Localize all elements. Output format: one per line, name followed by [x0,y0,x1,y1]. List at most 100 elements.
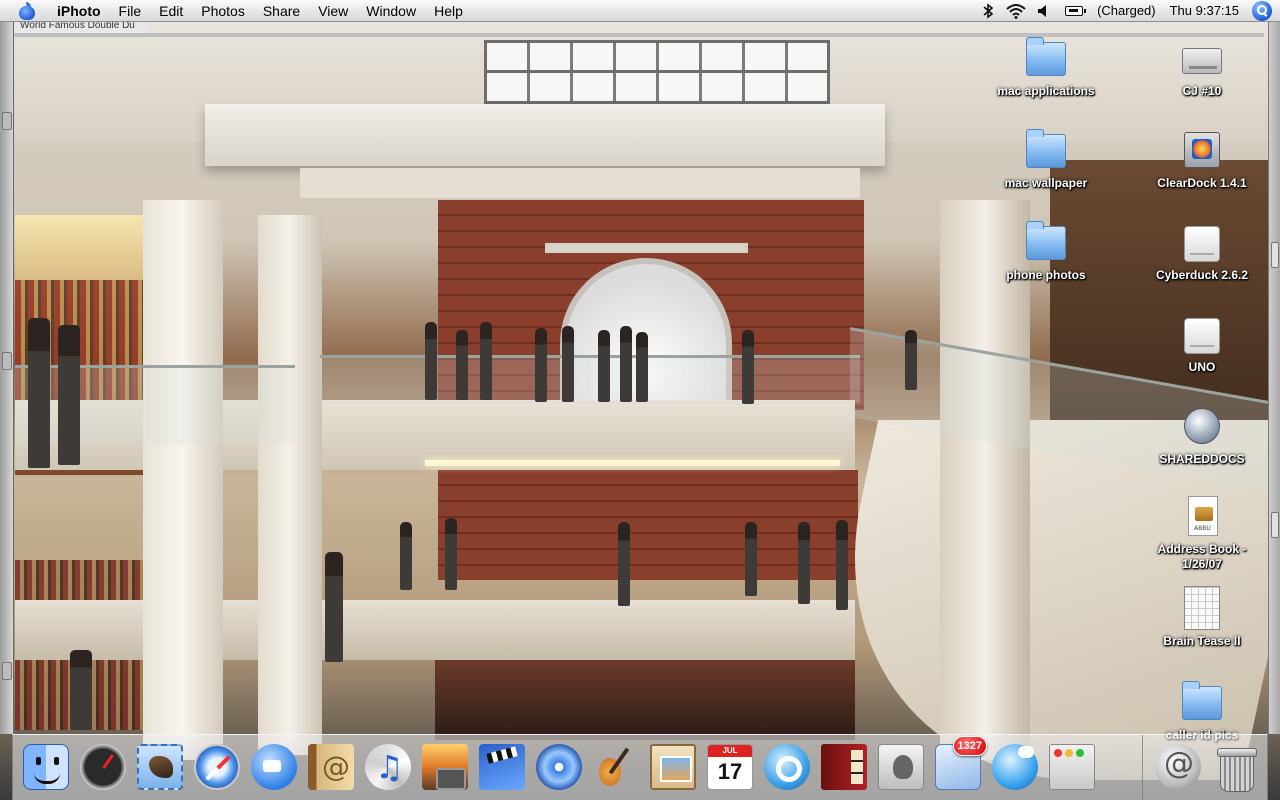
iphoto-icon [422,743,468,790]
hard-drive-icon [1178,36,1226,80]
background-window-edge-left[interactable] [0,22,14,734]
dock-item-photo-booth[interactable] [819,742,869,794]
dock-item-window-manager[interactable] [1047,742,1097,800]
wallpaper-light-strip [425,460,840,466]
battery-status[interactable]: (Charged) [1090,0,1163,22]
menu-bar: iPhoto File Edit Photos Share View Windo… [0,0,1280,22]
wallpaper-person [480,322,492,400]
desktop-icon-label: Brain Tease II [1163,634,1241,648]
desktop-icon-shareddocs[interactable]: SHAREDDOCS [1142,404,1262,467]
external-drive-icon [1178,312,1226,356]
wallpaper-person [742,330,754,404]
desktop-icon-label: SHAREDDOCS [1159,452,1245,466]
menu-view[interactable]: View [309,0,357,22]
spotlight-icon[interactable] [1252,0,1272,21]
window-edge-tab[interactable] [2,352,12,370]
desktop-icon-cyberduck[interactable]: Cyberduck 2.6.2 [1142,220,1262,283]
menu-extras: (Charged) Thu 9:37:15 [974,0,1280,22]
desktop-icon-brain-tease[interactable]: Brain Tease II [1142,586,1262,649]
window-edge-tab[interactable] [1271,242,1279,268]
desktop-icon-phone-photos[interactable]: phone photos [986,220,1106,283]
iweb-icon [650,743,696,790]
itunes-icon [365,743,411,790]
menu-edit[interactable]: Edit [150,0,192,22]
dock-item-address-book[interactable] [306,742,356,794]
dock: JUL 17 1327 [12,734,1268,800]
wallpaper-person [70,650,92,730]
dock-right-section [1142,734,1267,800]
window-edge-tab[interactable] [2,112,12,130]
trash-icon [1212,744,1258,792]
wallpaper-pillar [258,215,322,755]
dock-item-imovie[interactable] [477,742,527,794]
desktop-icon-mac-applications[interactable]: mac applications [986,36,1106,99]
menu-share[interactable]: Share [254,0,309,22]
document-tag-text: ABBU [1194,525,1211,532]
finder-icon [23,743,69,790]
dock-item-iweb[interactable] [648,742,698,794]
desktop-icon-address-book-backup[interactable]: ABBU Address Book - 1/26/07 [1142,494,1262,572]
dock-item-mail[interactable] [135,742,185,794]
dock-item-itunes[interactable] [363,742,413,794]
background-window-titlebar[interactable]: World Famous Double Du [14,22,149,33]
menu-clock[interactable]: Thu 9:37:15 [1163,0,1246,22]
desktop-icon-label: phone photos [1006,268,1086,282]
dock-item-network-browser[interactable] [990,742,1040,800]
address-book-icon [308,743,354,790]
folder-icon [1022,128,1070,172]
menu-photos[interactable]: Photos [192,0,254,22]
dock-item-trash[interactable] [1210,742,1260,794]
dock-item-system-preferences[interactable] [876,742,926,794]
dock-item-address-widget[interactable] [1153,742,1203,794]
wallpaper-lower-floor [435,660,855,740]
quicktime-icon [764,743,810,790]
desktop-icon-mac-wallpaper[interactable]: mac wallpaper [986,128,1106,191]
menu-help[interactable]: Help [425,0,472,22]
desktop-icon-uno[interactable]: UNO [1142,312,1262,375]
wallpaper-person [445,518,457,590]
wallpaper-person [400,522,412,590]
dock-item-finder[interactable] [21,742,71,800]
folder-icon [1022,220,1070,264]
system-preferences-icon [878,743,924,790]
ical-icon: JUL 17 [707,743,753,790]
window-edge-tab[interactable] [2,662,12,680]
background-window-edge-right[interactable] [1268,22,1280,734]
garageband-icon [593,744,639,790]
dock-item-quicktime[interactable] [762,742,812,794]
dock-item-idvd[interactable] [534,742,584,794]
apple-menu-icon[interactable] [18,1,36,20]
wifi-icon[interactable] [1005,0,1027,22]
dock-item-ical[interactable]: JUL 17 [705,742,755,794]
wallpaper-balcony-lower [15,600,855,660]
imovie-icon [479,743,525,790]
menu-app-name[interactable]: iPhoto [48,0,110,22]
window-icon [1049,743,1095,790]
folder-icon [1022,36,1070,80]
bluetooth-icon[interactable] [977,0,999,22]
document-icon: ABBU [1178,494,1226,538]
desktop-icon-cleardock[interactable]: ClearDock 1.4.1 [1142,128,1262,191]
wallpaper-person [425,322,437,400]
volume-icon[interactable] [1033,0,1055,22]
ical-day: 17 [717,758,743,784]
application-icon [1178,128,1226,172]
wallpaper-pillar [143,200,223,760]
dock-item-mail-counter[interactable]: 1327 [933,735,987,800]
battery-icon[interactable] [1061,0,1087,22]
menu-window[interactable]: Window [357,0,425,22]
dock-item-garageband[interactable] [591,742,641,794]
disk-image-icon [1178,220,1226,264]
unread-badge: 1327 [952,735,987,756]
wallpaper-glass-railing [320,355,860,403]
wallpaper-glass-railing [15,365,295,445]
wallpaper-person [745,522,757,596]
window-edge-tab[interactable] [1271,512,1279,538]
dock-item-iphoto[interactable] [420,742,470,800]
menu-file[interactable]: File [110,0,151,22]
dock-item-ichat[interactable] [249,742,299,800]
dock-item-dashboard[interactable] [78,742,128,800]
wallpaper-person [620,326,632,402]
dock-item-safari[interactable] [192,742,242,800]
desktop-icon-cj-10[interactable]: CJ #10 [1142,36,1262,99]
